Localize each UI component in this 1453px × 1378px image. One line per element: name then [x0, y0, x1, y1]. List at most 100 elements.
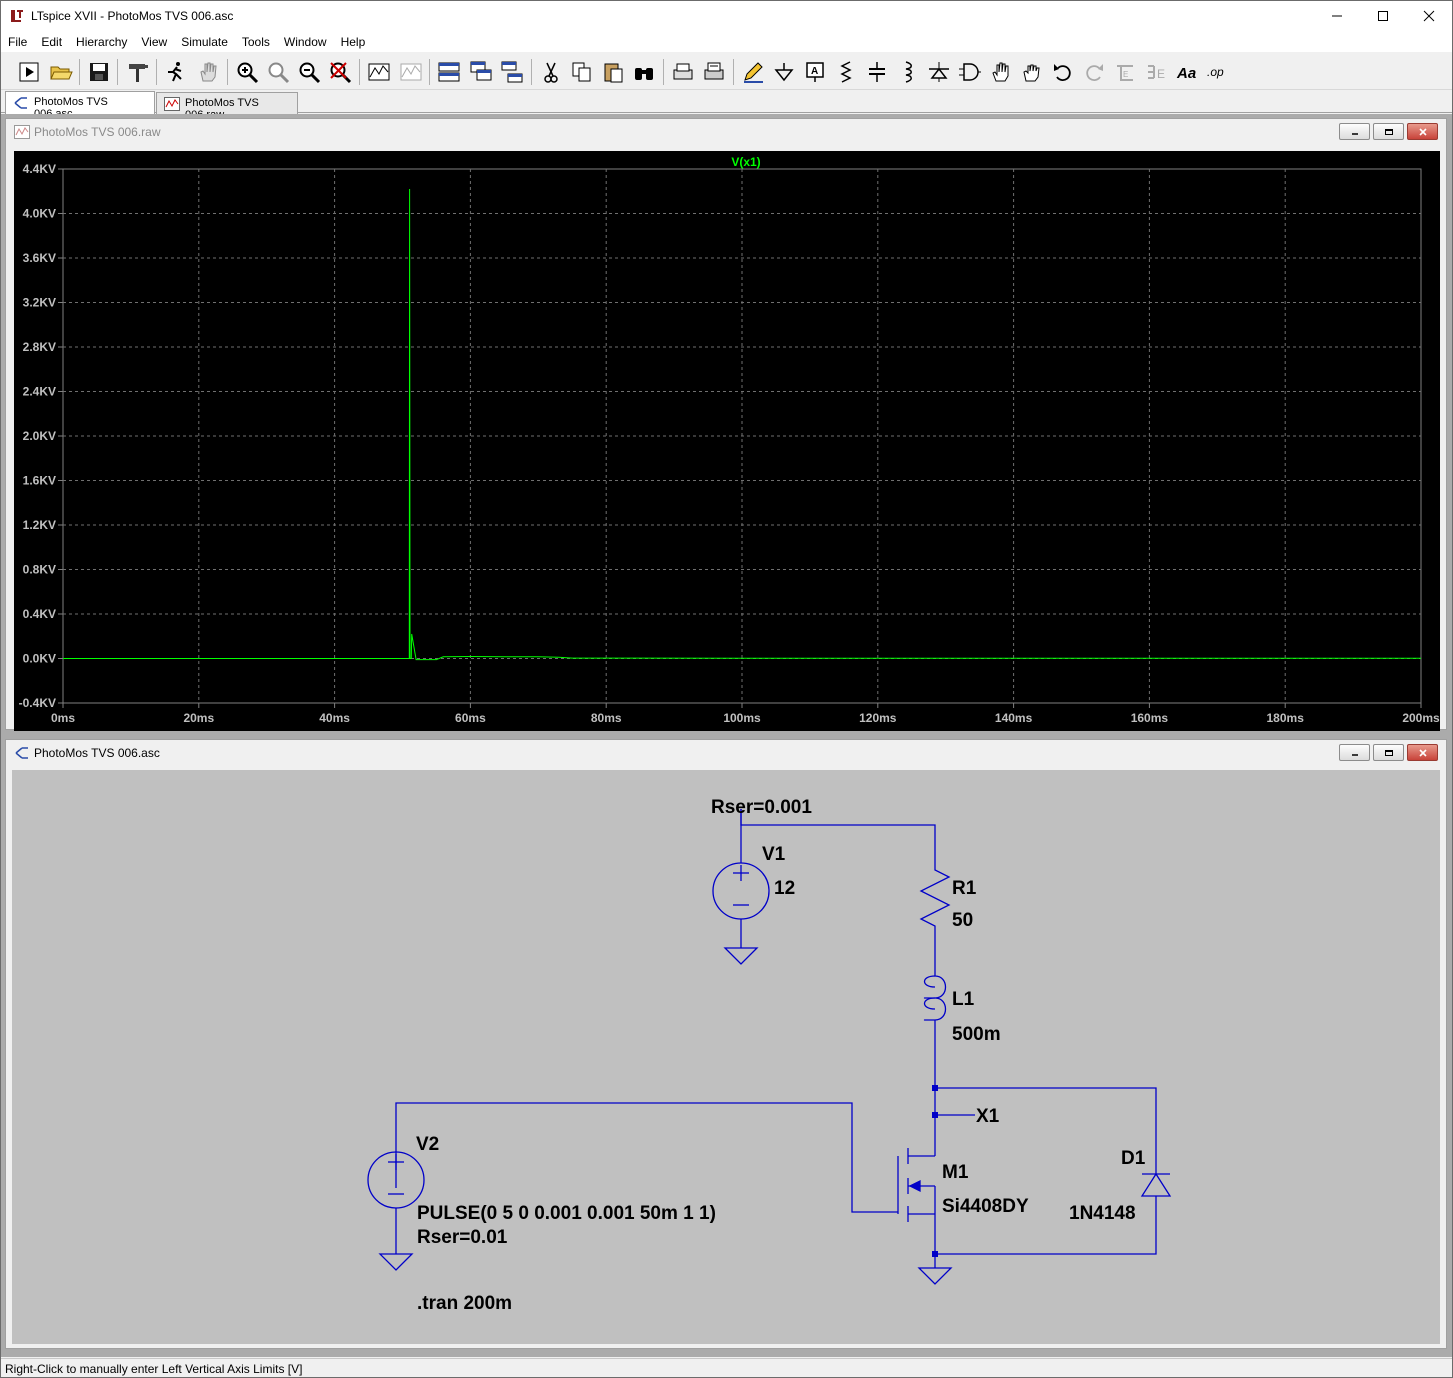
- l1-name-label[interactable]: L1: [952, 989, 975, 1010]
- y-tick-label[interactable]: 1.2KV: [23, 518, 56, 532]
- close-button[interactable]: [1406, 1, 1452, 31]
- x-tick-label[interactable]: 160ms: [1131, 711, 1169, 725]
- waveform-close-button[interactable]: [1407, 123, 1438, 140]
- schematic-close-button[interactable]: [1407, 744, 1438, 761]
- print-setup-button[interactable]: [669, 58, 697, 86]
- y-tick-label[interactable]: 3.6KV: [23, 251, 56, 265]
- label-net-button[interactable]: A: [801, 58, 829, 86]
- x-tick-label[interactable]: 200ms: [1402, 711, 1440, 725]
- tile-vertical-button[interactable]: [498, 58, 526, 86]
- schematic-restore-button[interactable]: [1373, 744, 1404, 761]
- menu-help[interactable]: Help: [334, 31, 373, 52]
- minimize-button[interactable]: [1314, 1, 1360, 31]
- y-tick-label[interactable]: 2.4KV: [23, 385, 56, 399]
- v2-value-label[interactable]: PULSE(0 5 0 0.001 0.001 50m 1 1): [417, 1203, 716, 1224]
- v1-name-label[interactable]: V1: [762, 844, 786, 865]
- y-tick-label[interactable]: 1.6KV: [23, 474, 56, 488]
- y-tick-label[interactable]: 3.2KV: [23, 296, 56, 310]
- v1-value-label[interactable]: 12: [774, 878, 795, 899]
- m1-mosfet-symbol[interactable]: [897, 1148, 936, 1222]
- r1-resistor-symbol[interactable]: [919, 854, 951, 948]
- ground-symbol-v2[interactable]: [378, 1253, 414, 1271]
- rotate-button[interactable]: E: [1111, 58, 1139, 86]
- pan-button[interactable]: [194, 58, 222, 86]
- undo-button[interactable]: [1049, 58, 1077, 86]
- menu-simulate[interactable]: Simulate: [174, 31, 235, 52]
- x-tick-label[interactable]: 120ms: [859, 711, 897, 725]
- v2-name-label[interactable]: V2: [416, 1134, 439, 1155]
- x-tick-label[interactable]: 0ms: [51, 711, 75, 725]
- y-tick-label[interactable]: 4.4KV: [23, 162, 56, 176]
- ground-button[interactable]: [770, 58, 798, 86]
- zoom-in-button[interactable]: [233, 58, 261, 86]
- y-tick-label[interactable]: 4.0KV: [23, 207, 56, 221]
- find-button[interactable]: [630, 58, 658, 86]
- zoom-fit-button[interactable]: [326, 58, 354, 86]
- ground-symbol-v1[interactable]: [723, 947, 759, 965]
- text-button[interactable]: Aa: [1173, 58, 1201, 86]
- trace-label[interactable]: V(x1): [731, 155, 760, 169]
- schematic-minimize-button[interactable]: [1339, 744, 1370, 761]
- m1-value-label[interactable]: Si4408DY: [942, 1196, 1029, 1217]
- x-tick-label[interactable]: 100ms: [723, 711, 761, 725]
- zoom-out-button[interactable]: [295, 58, 323, 86]
- x-tick-label[interactable]: 60ms: [455, 711, 486, 725]
- r1-value-label[interactable]: 50: [952, 910, 973, 931]
- r1-name-label[interactable]: R1: [952, 878, 977, 899]
- run-button[interactable]: [15, 58, 43, 86]
- menu-view[interactable]: View: [134, 31, 174, 52]
- y-tick-label[interactable]: 2.8KV: [23, 340, 56, 354]
- open-button[interactable]: [47, 58, 75, 86]
- component-button[interactable]: [956, 58, 984, 86]
- menu-file[interactable]: File: [1, 31, 34, 52]
- d1-name-label[interactable]: D1: [1121, 1148, 1146, 1169]
- drag-button[interactable]: [1018, 58, 1046, 86]
- wire-v2-gate[interactable]: [395, 1102, 898, 1213]
- draw-wire-button[interactable]: [739, 58, 767, 86]
- x1-net-label[interactable]: X1: [976, 1106, 1000, 1127]
- diode-button[interactable]: [925, 58, 953, 86]
- mirror-button[interactable]: E: [1142, 58, 1170, 86]
- x-tick-label[interactable]: 20ms: [183, 711, 214, 725]
- waveform-plot[interactable]: V(x1) 0ms 20ms 40ms 60ms 80ms 100ms 120ms 140ms…: [14, 151, 1440, 731]
- move-button[interactable]: [987, 58, 1015, 86]
- x-tick-label[interactable]: 180ms: [1267, 711, 1305, 725]
- waveform-minimize-button[interactable]: [1339, 123, 1370, 140]
- y-tick-label[interactable]: 0.0KV: [23, 652, 56, 666]
- d1-diode-symbol[interactable]: [1140, 1172, 1172, 1197]
- y-tick-label[interactable]: 2.0KV: [23, 429, 56, 443]
- save-button[interactable]: [85, 58, 113, 86]
- capacitor-button[interactable]: [863, 58, 891, 86]
- inductor-button[interactable]: [894, 58, 922, 86]
- ground-symbol-m1[interactable]: [917, 1267, 953, 1285]
- menu-edit[interactable]: Edit: [34, 31, 69, 52]
- x-tick-label[interactable]: 140ms: [995, 711, 1033, 725]
- tab-schematic[interactable]: PhotoMos TVS 006.asc: [5, 91, 155, 120]
- waveform-restore-button[interactable]: [1373, 123, 1404, 140]
- y-tick-label[interactable]: 0.4KV: [23, 607, 56, 621]
- tab-waveform[interactable]: PhotoMos TVS 006.raw: [156, 92, 298, 121]
- redo-button[interactable]: [1080, 58, 1108, 86]
- maximize-button[interactable]: [1360, 1, 1406, 31]
- y-tick-label[interactable]: -0.4KV: [19, 696, 56, 710]
- m1-name-label[interactable]: M1: [942, 1162, 969, 1183]
- cut-button[interactable]: [537, 58, 565, 86]
- menu-hierarchy[interactable]: Hierarchy: [69, 31, 134, 52]
- schematic-canvas[interactable]: Rser=0.001 V1 12 R1 50 L1 500m X1 M1 Si4…: [12, 770, 1440, 1344]
- menu-tools[interactable]: Tools: [235, 31, 277, 52]
- v1-rser-label[interactable]: Rser=0.001: [711, 797, 812, 818]
- print-button[interactable]: [700, 58, 728, 86]
- tile-horizontal-button[interactable]: [435, 58, 463, 86]
- tran-directive[interactable]: .tran 200m: [417, 1293, 512, 1314]
- x-tick-label[interactable]: 40ms: [319, 711, 350, 725]
- resistor-button[interactable]: [832, 58, 860, 86]
- control-panel-button[interactable]: [124, 58, 152, 86]
- copy-button[interactable]: [568, 58, 596, 86]
- menu-window[interactable]: Window: [277, 31, 334, 52]
- autorange-button[interactable]: [365, 58, 393, 86]
- paste-button[interactable]: [599, 58, 627, 86]
- v2-rser-label[interactable]: Rser=0.01: [417, 1227, 508, 1248]
- d1-value-label[interactable]: 1N4148: [1069, 1203, 1136, 1224]
- l1-value-label[interactable]: 500m: [952, 1024, 1001, 1045]
- y-tick-label[interactable]: 0.8KV: [23, 563, 56, 577]
